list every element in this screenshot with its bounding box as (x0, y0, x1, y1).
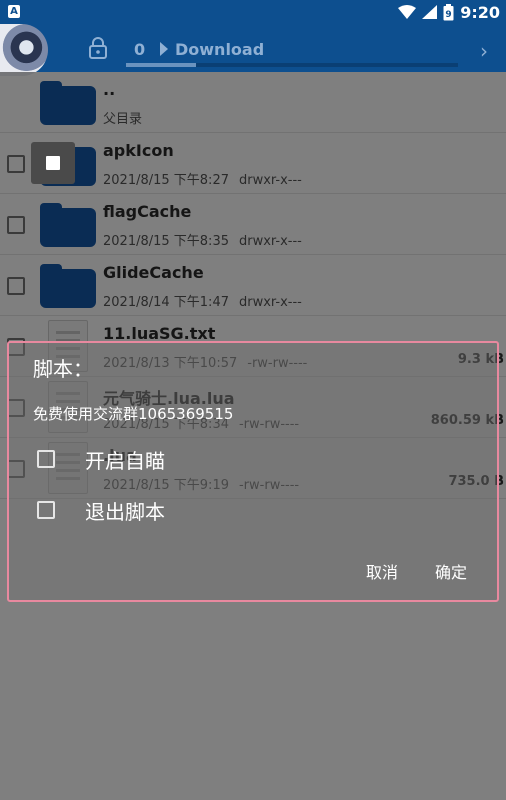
script-dialog: 脚本： 免费使用交流群1065369515 开启自瞄 退出脚本 取消 确定 (7, 341, 499, 602)
app-notification-icon: A (8, 5, 20, 18)
option-auto-aim[interactable]: 开启自瞄 (35, 445, 335, 475)
dialog-title: 脚本： (33, 357, 93, 381)
floating-window-button[interactable] (31, 142, 75, 184)
wifi-icon (398, 5, 417, 19)
option-label: 退出脚本 (85, 500, 165, 524)
clock: 9:20 (460, 2, 500, 22)
battery-icon: 9 (443, 3, 454, 20)
breadcrumb-folder[interactable]: Download (175, 40, 264, 59)
lock-icon[interactable] (88, 37, 108, 59)
option-checkbox[interactable] (37, 501, 55, 519)
storage-progress (126, 63, 458, 67)
cancel-button[interactable]: 取消 (366, 559, 398, 583)
breadcrumb-count[interactable]: 0 (134, 40, 145, 59)
cell-signal-icon (422, 5, 438, 19)
storage-progress-fill (126, 63, 196, 67)
status-bar: A 9 9:20 (0, 0, 506, 24)
option-exit-script[interactable]: 退出脚本 (35, 496, 335, 526)
option-label: 开启自瞄 (85, 449, 165, 473)
chevron-right-icon[interactable]: › (480, 39, 488, 63)
status-icons: 9 9:20 (398, 2, 500, 22)
square-icon (46, 156, 60, 170)
confirm-button[interactable]: 确定 (435, 559, 467, 583)
option-checkbox[interactable] (37, 450, 55, 468)
svg-text:9: 9 (446, 10, 452, 20)
dialog-message: 免费使用交流群1065369515 (33, 405, 234, 423)
breadcrumb-arrow-icon (160, 42, 168, 56)
